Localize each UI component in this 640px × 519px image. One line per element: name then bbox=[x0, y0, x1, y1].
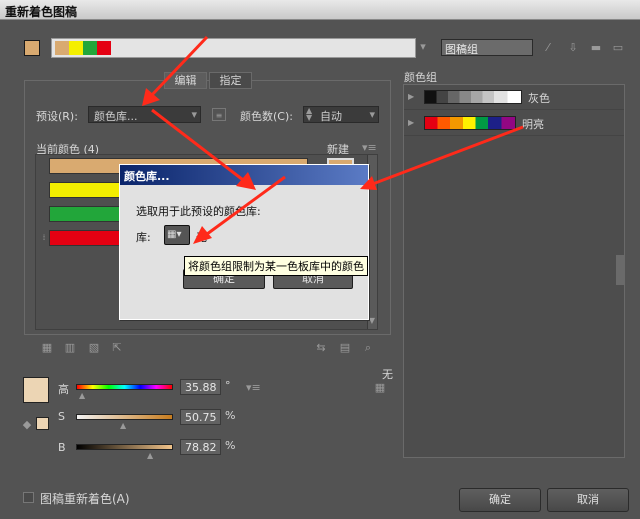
annotation-arrows bbox=[142, 35, 524, 244]
arrow-3 bbox=[193, 175, 286, 244]
arrow-2 bbox=[151, 108, 256, 190]
arrow-1 bbox=[142, 35, 209, 106]
arrow-4 bbox=[360, 125, 524, 190]
